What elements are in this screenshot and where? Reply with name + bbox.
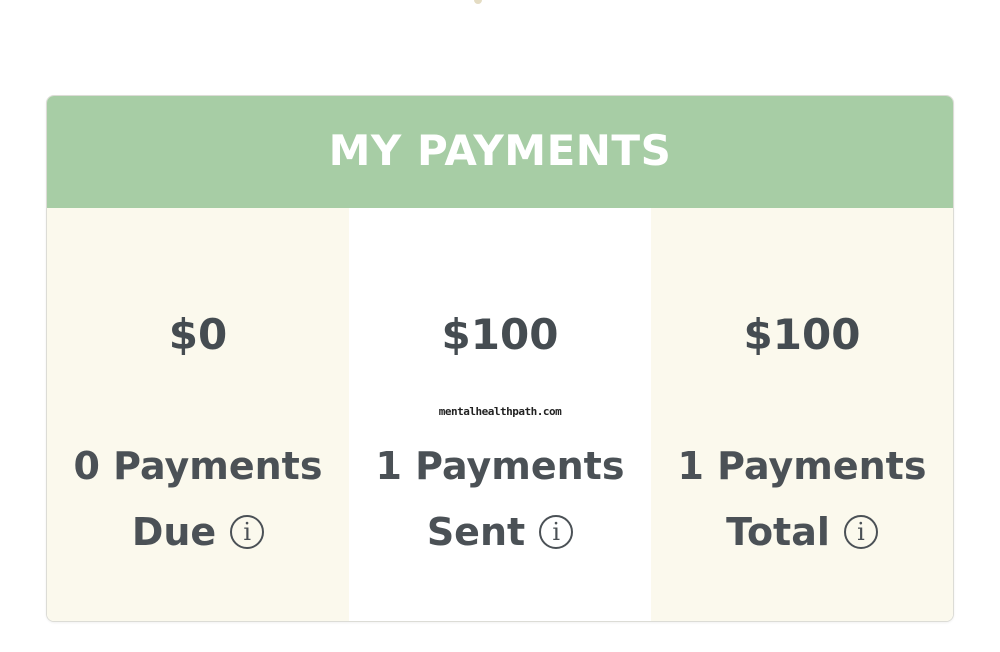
payment-summary-columns: $0 0 Payments Due i $100 mentalhealthpat…: [47, 208, 953, 621]
my-payments-card: MY PAYMENTS $0 0 Payments Due i $100 men…: [46, 95, 954, 622]
payments-due-column: $0 0 Payments Due i: [47, 208, 349, 621]
due-label-row: Due i: [47, 510, 349, 554]
watermark-text: mentalhealthpath.com: [438, 405, 562, 418]
total-amount: $100: [743, 310, 861, 359]
due-count: 0 Payments: [73, 444, 323, 488]
total-count: 1 Payments: [677, 444, 927, 488]
due-amount: $0: [168, 310, 228, 359]
sent-label-row: Sent i: [349, 510, 651, 554]
payments-total-column: $100 1 Payments Total i: [651, 208, 953, 621]
sent-count: 1 Payments: [375, 444, 625, 488]
top-decoration: [474, 0, 482, 4]
payments-sent-column: $100 mentalhealthpath.com 1 Payments Sen…: [349, 208, 651, 621]
sent-amount: $100: [441, 310, 559, 359]
card-title: MY PAYMENTS: [328, 125, 672, 175]
info-icon[interactable]: i: [843, 515, 878, 549]
due-label: Due: [131, 510, 217, 554]
info-icon[interactable]: i: [539, 515, 574, 549]
total-label-row: Total i: [651, 510, 953, 554]
info-icon[interactable]: i: [230, 515, 265, 549]
sent-label: Sent: [426, 510, 526, 554]
card-header: MY PAYMENTS: [47, 96, 953, 208]
total-label: Total: [726, 510, 830, 554]
